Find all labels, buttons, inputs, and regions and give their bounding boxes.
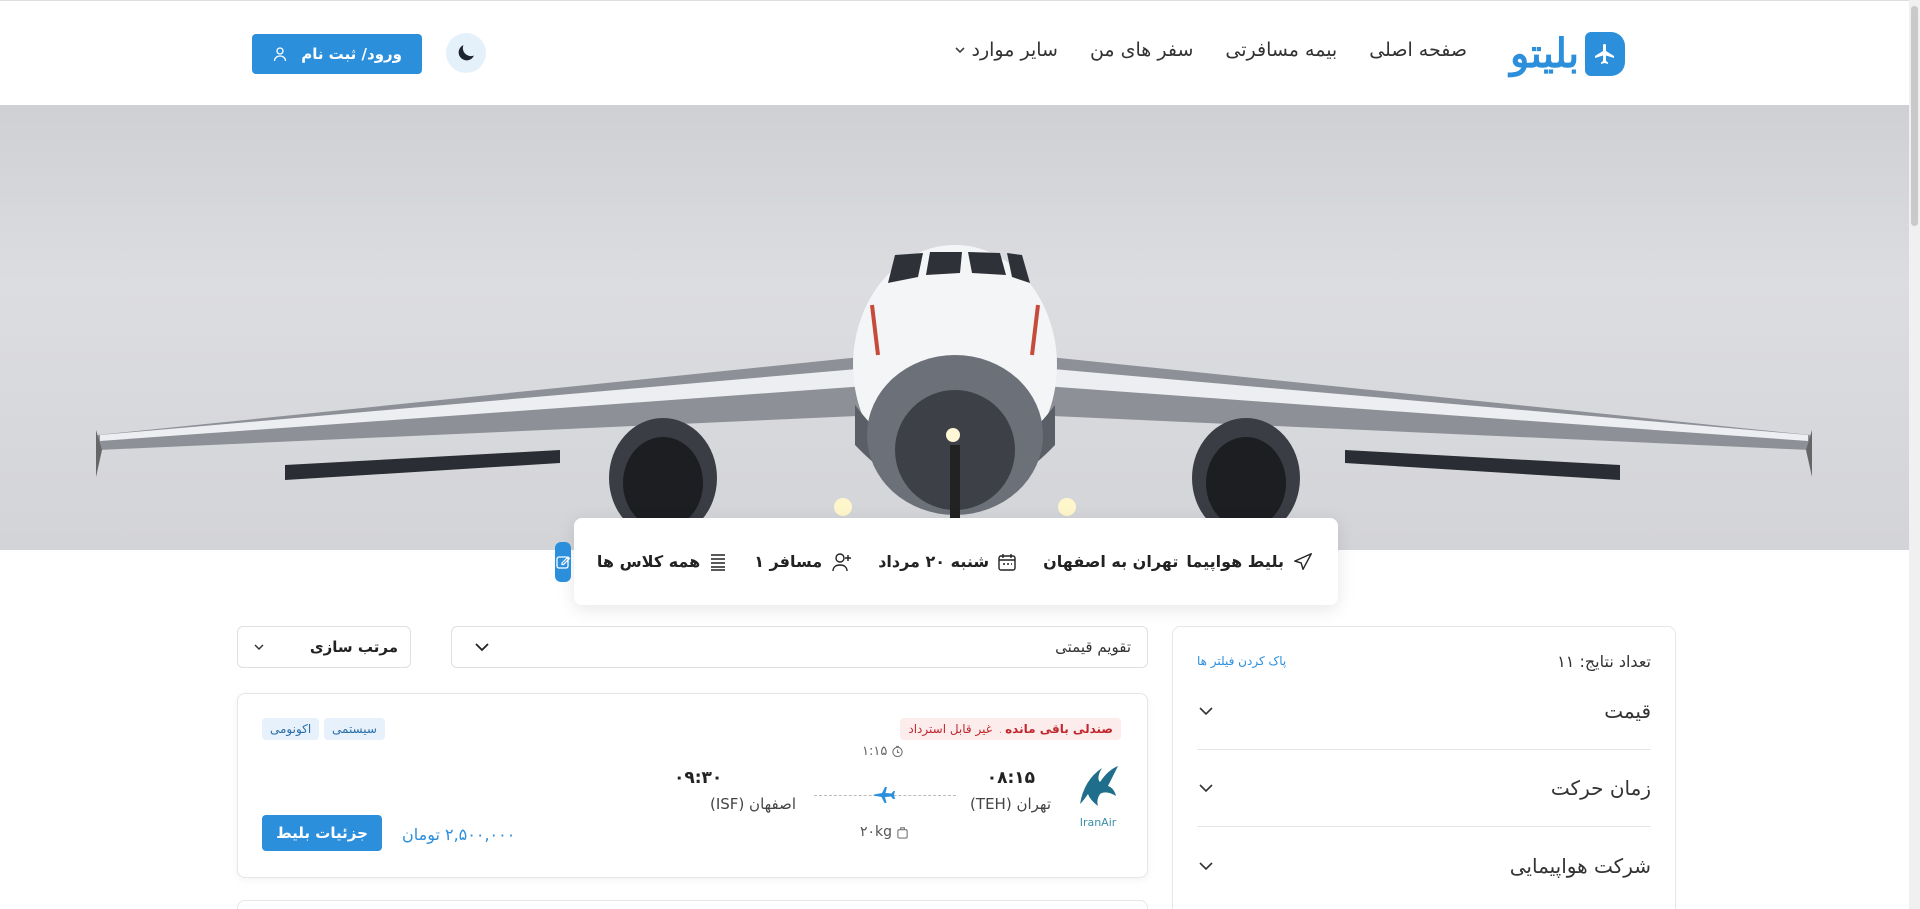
paper-plane-icon [1294,552,1312,570]
filter-departure-time-label: زمان حرکت [1550,776,1651,800]
seats-left-badge: صندلی باقی مانده ۸ [985,718,1121,740]
theme-toggle-button[interactable] [446,33,486,73]
airplane-illustration [96,245,1812,538]
clock-icon [892,745,904,758]
filter-price-label: قیمت [1604,699,1651,723]
moon-icon [458,45,474,61]
chevron-down-icon [1199,707,1213,716]
summary-title: بلیط هواپیما [1186,552,1284,571]
main-nav: صفحه اصلی بیمه مسافرتی سفر های من سایر م… [954,39,1467,61]
filter-price[interactable]: قیمت [1197,673,1651,750]
add-user-icon [832,552,852,571]
filter-airline[interactable]: شرکت هواپیمایی [1197,827,1651,904]
logo-plane-icon [1585,32,1626,76]
search-summary-bar: بلیط هواپیما تهران به اصفهان شنبه ۲۰ مرد… [554,518,1338,605]
ticket-details-button[interactable]: جزئیات بلیط [262,815,382,851]
summary-cabin-text: همه کلاس ها [596,552,701,571]
flight-card-next [237,900,1148,909]
nav-more-label: سایر موارد [971,39,1058,61]
scrollbar-thumb[interactable] [1911,6,1918,226]
list-icon [711,553,726,571]
results-count: تعداد نتایج: ۱۱ [1557,651,1651,671]
user-icon [273,47,287,62]
departure-city: تهران (TEH) [970,795,1051,813]
page-scrollbar[interactable] [1909,0,1920,909]
chevron-down-icon [254,644,264,651]
filter-airline-label: شرکت هواپیمایی [1509,853,1651,878]
departure-time: ۰۸:۱۵ [986,768,1035,788]
nav-insurance[interactable]: بیمه مسافرتی [1225,39,1337,61]
baggage-text: ۲۰kg [860,824,893,840]
arrival-time: ۰۹:۳۰ [674,768,723,788]
bag-icon [897,826,908,839]
chevron-down-icon [954,47,965,54]
arrival-city: اصفهان (ISF) [710,795,797,813]
airline-name: IranAir [1079,816,1117,829]
chevron-down-icon [475,643,489,652]
logo-text: بلیتو [1510,30,1580,77]
summary-route: بلیط هواپیما تهران به اصفهان [1043,551,1314,573]
site-header: بلیتو صفحه اصلی بیمه مسافرتی سفر های من … [0,0,1909,105]
hero-airplane-image [0,105,1909,550]
baggage-allowance: ۲۰kg [860,824,909,840]
flight-duration: ۱:۱۵ [862,744,904,759]
summary-route-text: تهران به اصفهان [1043,552,1179,571]
refund-badge: غیر قابل استرداد [900,718,1000,740]
clear-filters-link[interactable]: پاک کردن فیلتر ها [1197,654,1286,668]
chevron-down-icon [1199,861,1213,870]
homa-bird-icon [1080,766,1118,806]
nav-home[interactable]: صفحه اصلی [1369,39,1467,61]
edit-search-button[interactable] [554,541,571,582]
nav-my-trips[interactable]: سفر های من [1090,39,1193,61]
ticket-type-badge: سیستمی [324,718,385,740]
summary-date-text: شنبه ۲۰ مرداد [878,552,990,571]
summary-passengers-text: مسافر ۱ [754,552,823,571]
airline-logo: IranAir [1073,760,1123,829]
filters-panel: تعداد نتایج: ۱۱ پاک کردن فیلتر ها قیمت ز… [1172,626,1676,909]
login-label: ورود/ ثبت نام [301,45,402,63]
calendar-icon [998,553,1016,571]
filter-departure-time[interactable]: زمان حرکت [1197,750,1651,827]
price-calendar-label: تقویم قیمتی [1055,638,1131,656]
filters-header: تعداد نتایج: ۱۱ پاک کردن فیلتر ها [1197,649,1651,673]
price-calendar-dropdown[interactable]: تقویم قیمتی [451,626,1148,668]
sort-label: مرتب سازی [309,638,398,656]
ticket-price: ۲,۵۰۰,۰۰۰ تومان [402,825,516,844]
sort-dropdown[interactable]: مرتب سازی [237,626,411,668]
cabin-class-badge: اکونومی [262,718,320,740]
chevron-down-icon [1199,784,1213,793]
site-logo[interactable]: بلیتو [1510,29,1662,79]
nav-more[interactable]: سایر موارد [954,39,1058,61]
plane-icon [873,787,895,803]
summary-passengers: مسافر ۱ [754,552,852,572]
summary-cabin: همه کلاس ها [597,552,728,572]
flight-duration-text: ۱:۱۵ [862,744,888,759]
flight-card: صندلی باقی مانده ۸ غیر قابل استرداد سیست… [237,693,1148,878]
login-button[interactable]: ورود/ ثبت نام [252,34,422,74]
summary-date: شنبه ۲۰ مرداد [878,552,1017,572]
edit-icon [556,555,571,569]
